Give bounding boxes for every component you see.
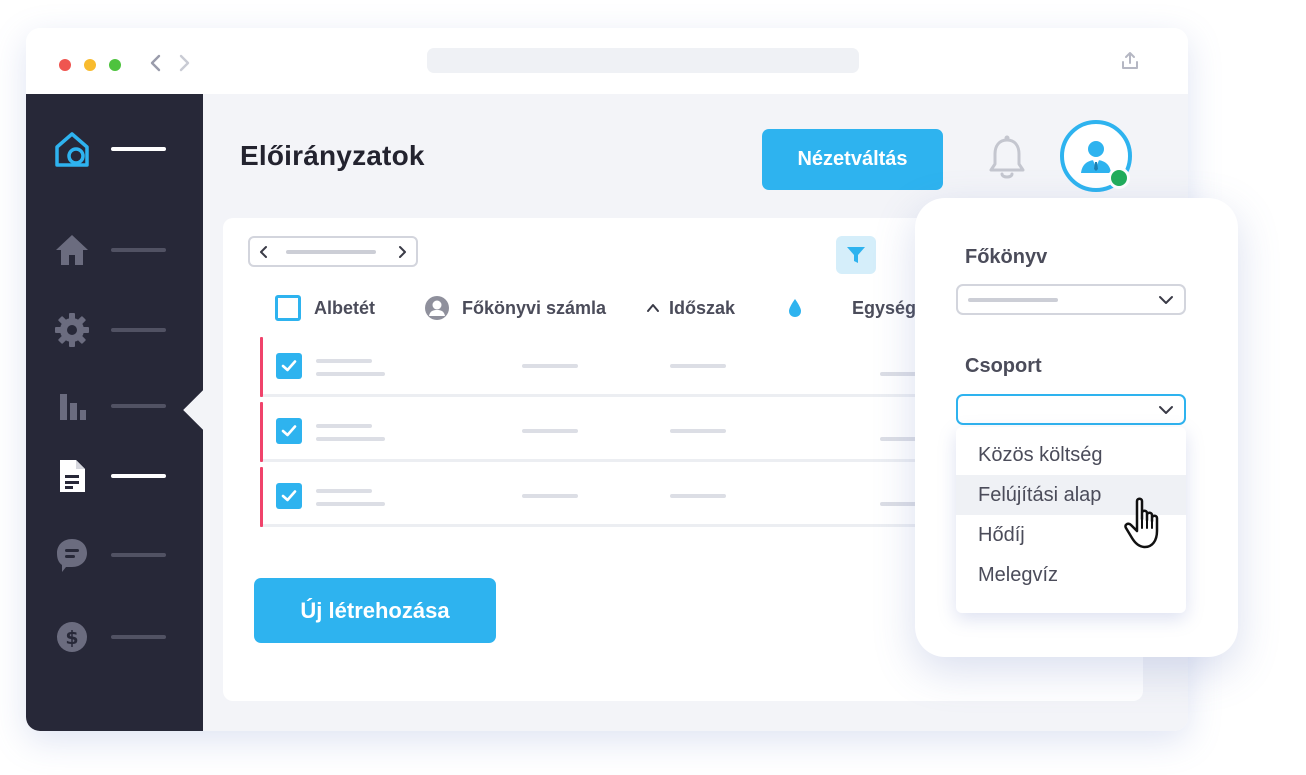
gear-icon — [55, 313, 89, 347]
sidebar-item-documents[interactable] — [50, 456, 180, 496]
filter-panel: Főkönyv Csoport Közös költség Felújítási… — [915, 198, 1238, 657]
group-select[interactable] — [956, 394, 1186, 425]
dropdown-option[interactable]: Melegvíz — [956, 555, 1186, 595]
select-all-checkbox[interactable] — [275, 295, 301, 321]
table-row[interactable] — [260, 402, 960, 462]
row-checkbox[interactable] — [276, 353, 302, 379]
view-switch-button[interactable]: Nézetváltás — [762, 129, 943, 190]
funnel-icon — [847, 247, 865, 263]
document-icon — [60, 460, 85, 492]
house-icon — [56, 235, 88, 265]
chat-icon — [57, 539, 87, 572]
svg-text:$: $ — [65, 627, 78, 649]
ledger-label: Főkönyv — [965, 246, 1048, 268]
row-checkbox[interactable] — [276, 483, 302, 509]
sidebar-item-messages[interactable] — [50, 535, 180, 575]
dollar-icon: $ — [57, 622, 87, 652]
home-logo-icon — [55, 132, 89, 167]
scroll-left-icon[interactable] — [254, 242, 274, 262]
water-drop-icon — [789, 299, 801, 317]
check-icon — [281, 425, 297, 437]
back-arrow-icon[interactable] — [145, 52, 167, 74]
sort-up-icon — [647, 304, 659, 312]
column-header-fokonyvi-szamla[interactable]: Főkönyvi számla — [424, 295, 606, 321]
chevron-down-icon — [1159, 296, 1173, 304]
create-new-button[interactable]: Új létrehozása — [254, 578, 496, 643]
group-label: Csoport — [965, 355, 1042, 377]
ledger-select[interactable] — [956, 284, 1186, 315]
share-icon[interactable] — [1120, 50, 1140, 72]
sidebar-item-charts[interactable] — [50, 386, 180, 426]
hand-cursor-icon — [1124, 497, 1159, 549]
table-row[interactable] — [260, 337, 960, 397]
filter-button[interactable] — [836, 236, 876, 274]
browser-titlebar — [26, 28, 1188, 94]
dropdown-option[interactable]: Közös költség — [956, 435, 1186, 475]
column-header-egysegk[interactable]: Egységk — [787, 295, 926, 321]
close-dot[interactable] — [59, 59, 71, 71]
check-icon — [281, 360, 297, 372]
column-header-albetet[interactable]: Albetét — [275, 295, 375, 321]
sidebar-logo[interactable] — [50, 129, 180, 169]
person-icon — [425, 296, 449, 320]
bar-chart-icon — [60, 394, 86, 420]
chevron-down-icon — [1159, 406, 1173, 414]
address-bar[interactable] — [427, 48, 859, 73]
online-status-dot — [1108, 167, 1130, 189]
forward-arrow-icon[interactable] — [173, 52, 195, 74]
table-row[interactable] — [260, 467, 960, 527]
sidebar: $ — [26, 94, 203, 731]
minimize-dot[interactable] — [84, 59, 96, 71]
bell-icon[interactable] — [986, 134, 1028, 182]
maximize-dot[interactable] — [109, 59, 121, 71]
row-checkbox[interactable] — [276, 418, 302, 444]
sidebar-label-placeholder — [111, 147, 166, 151]
sidebar-item-settings[interactable] — [50, 310, 180, 350]
scroll-right-icon[interactable] — [392, 242, 412, 262]
check-icon — [281, 490, 297, 502]
sidebar-item-home[interactable] — [50, 230, 180, 270]
scroll-thumb[interactable] — [286, 250, 376, 254]
sidebar-item-finance[interactable]: $ — [50, 617, 180, 657]
page-title: Előirányzatok — [240, 140, 425, 171]
column-header-idoszak[interactable]: Időszak — [645, 295, 735, 321]
horizontal-scrollbar[interactable] — [248, 236, 418, 267]
